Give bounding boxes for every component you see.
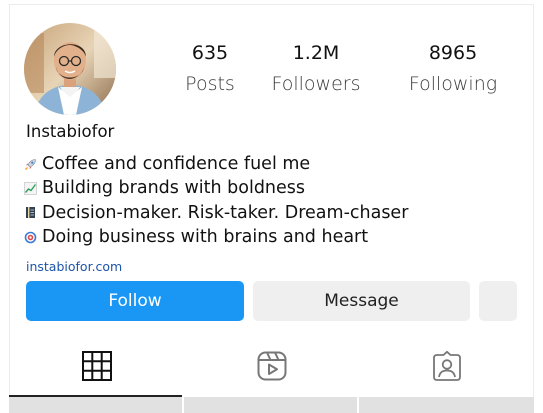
bio-line: Coffee and confidence fuel me (24, 152, 408, 176)
profile-tabs (9, 340, 534, 413)
following-count: 8965 (428, 42, 478, 64)
tab-posts-grid[interactable] (9, 340, 184, 396)
tagged-icon (431, 350, 463, 387)
grid-icon (81, 350, 113, 387)
post-thumbnail[interactable] (184, 397, 357, 413)
stat-followers[interactable]: 1.2M Followers (261, 42, 371, 95)
ledger-icon (24, 206, 37, 219)
stat-posts[interactable]: 635 Posts (155, 42, 265, 95)
bio-line: Doing business with brains and heart (24, 225, 408, 249)
tab-reels[interactable] (184, 340, 359, 396)
bio-line: Building brands with boldness (24, 176, 408, 200)
stat-following[interactable]: 8965 Following (398, 42, 508, 95)
tab-tagged[interactable] (359, 340, 534, 396)
suggested-accounts-button[interactable] (479, 281, 517, 321)
profile-bio: Coffee and confidence fuel me Building b… (24, 152, 408, 249)
following-label: Following (408, 73, 498, 95)
avatar-photo (24, 23, 116, 115)
profile-website-link[interactable]: instabiofor.com (26, 259, 122, 274)
avatar[interactable] (24, 23, 116, 115)
chart-increasing-icon (24, 182, 37, 195)
reels-icon (256, 350, 288, 387)
followers-count: 1.2M (292, 42, 340, 64)
post-thumbnail[interactable] (9, 397, 182, 413)
bio-line: Decision-maker. Risk-taker. Dream-chaser (24, 201, 408, 225)
post-thumbnail[interactable] (359, 397, 534, 413)
target-icon (24, 231, 37, 244)
posts-label: Posts (185, 73, 235, 95)
rocket-icon (24, 158, 37, 171)
followers-label: Followers (271, 73, 361, 95)
bio-text: Building brands with boldness (42, 178, 306, 199)
posts-count: 635 (191, 42, 229, 64)
message-button[interactable]: Message (253, 281, 470, 321)
bio-text: Doing business with brains and heart (42, 227, 369, 248)
bio-text: Coffee and confidence fuel me (42, 154, 311, 175)
profile-username: Instabiofor (26, 122, 115, 141)
bio-text: Decision-maker. Risk-taker. Dream-chaser (42, 202, 409, 223)
follow-button[interactable]: Follow (26, 281, 244, 321)
